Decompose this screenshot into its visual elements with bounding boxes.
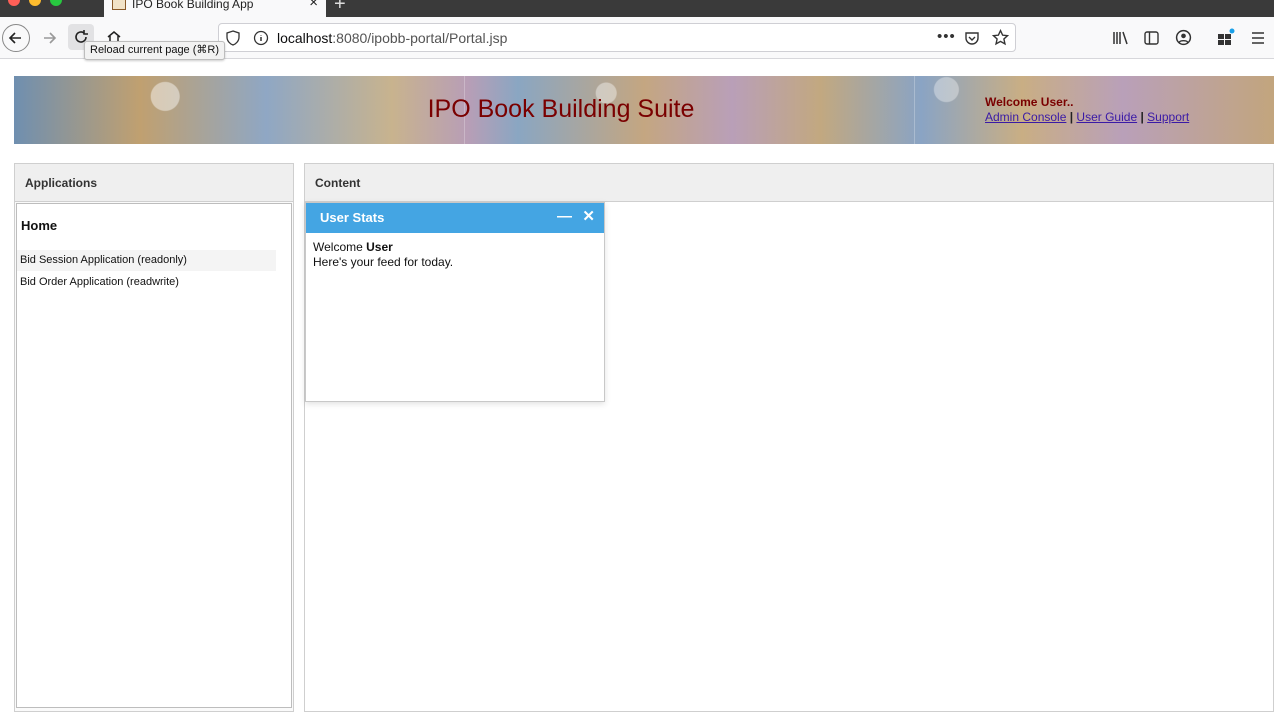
app-item-bid-session[interactable]: Bid Session Application (readonly)	[17, 250, 276, 271]
applications-header: Applications	[15, 164, 293, 202]
back-arrow-icon	[8, 32, 21, 44]
applications-panel: Applications Home Bid Session Applicatio…	[14, 163, 294, 712]
menu-icon[interactable]	[1250, 30, 1266, 46]
zoom-window-button[interactable]	[50, 0, 62, 6]
app-title: IPO Book Building Suite	[427, 95, 695, 123]
info-icon[interactable]	[253, 30, 269, 46]
app-item-label: Bid Order Application (readwrite)	[20, 276, 179, 288]
content-header: Content	[305, 164, 1273, 202]
account-icon[interactable]	[1175, 29, 1192, 46]
app-item-label: Bid Session Application (readonly)	[20, 254, 187, 266]
library-icon[interactable]	[1112, 30, 1129, 46]
address-bar[interactable]: localhost:8080/ipobb-portal/Portal.jsp •…	[218, 23, 1016, 52]
welcome-prefix: Welcome	[313, 240, 363, 254]
back-button[interactable]	[2, 24, 30, 52]
support-link[interactable]: Support	[1147, 110, 1189, 124]
widget-header[interactable]: User Stats — ✕	[306, 203, 604, 233]
tab-title: IPO Book Building App	[132, 0, 254, 11]
widget-title: User Stats	[320, 210, 385, 225]
reload-tooltip: Reload current page (⌘R)	[84, 41, 226, 60]
pocket-icon[interactable]	[964, 30, 980, 46]
shield-icon[interactable]	[225, 30, 241, 46]
header-banner: IPO Book Building Suite Welcome User.. A…	[14, 76, 1274, 144]
page-actions-icon[interactable]: •••	[937, 28, 956, 45]
minimize-window-button[interactable]	[29, 0, 41, 6]
app-item-bid-order[interactable]: Bid Order Application (readwrite)	[17, 272, 276, 293]
favicon-icon	[112, 0, 126, 10]
browser-tabstrip: IPO Book Building App × +	[0, 0, 1274, 17]
forward-button[interactable]	[38, 28, 60, 48]
close-window-button[interactable]	[8, 0, 20, 6]
url-host: localhost	[277, 30, 333, 46]
tab-close-icon[interactable]: ×	[309, 0, 318, 10]
close-icon[interactable]: ✕	[582, 208, 595, 225]
new-tab-button[interactable]: +	[334, 0, 346, 14]
widget-welcome-line: Welcome User	[313, 240, 597, 255]
browser-tab[interactable]: IPO Book Building App ×	[104, 0, 326, 17]
admin-console-link[interactable]: Admin Console	[985, 110, 1066, 124]
header-links: Admin Console | User Guide | Support	[985, 110, 1189, 124]
widget-body: Welcome User Here's your feed for today.	[306, 233, 604, 277]
user-guide-link[interactable]: User Guide	[1076, 110, 1137, 124]
forward-arrow-icon	[44, 32, 57, 44]
feed-text: Here's your feed for today.	[313, 255, 454, 269]
url-path: :8080/ipobb-portal/Portal.jsp	[332, 30, 508, 46]
sidebar-toggle-icon[interactable]	[1143, 30, 1160, 46]
link-separator: |	[1069, 110, 1074, 124]
minimize-icon[interactable]: —	[557, 208, 572, 225]
welcome-username: User	[366, 240, 393, 254]
link-separator: |	[1140, 110, 1144, 124]
welcome-text: Welcome User..	[985, 95, 1074, 109]
url-text[interactable]: localhost:8080/ipobb-portal/Portal.jsp	[277, 30, 507, 46]
bookmark-star-icon[interactable]	[992, 29, 1009, 46]
user-stats-widget: User Stats — ✕ Welcome User Here's your …	[305, 202, 605, 402]
applications-list: Home Bid Session Application (readonly) …	[16, 203, 292, 708]
home-link[interactable]: Home	[21, 218, 57, 233]
extensions-icon[interactable]	[1217, 28, 1235, 46]
